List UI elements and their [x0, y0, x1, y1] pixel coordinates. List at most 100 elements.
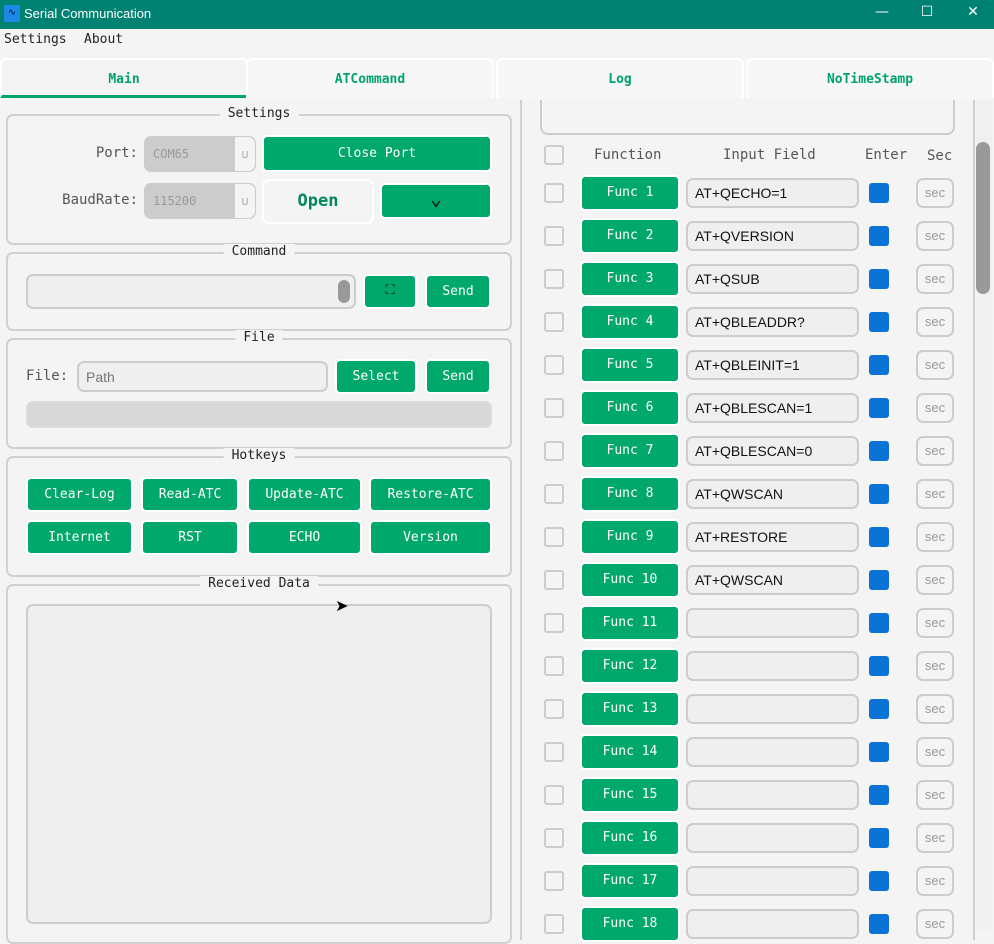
function-button[interactable]: Func 3 [580, 261, 680, 297]
row-checkbox[interactable] [544, 828, 564, 848]
expand-icon[interactable]: ⛶ [363, 274, 417, 309]
function-button[interactable]: Func 13 [580, 691, 680, 727]
row-checkbox[interactable] [544, 785, 564, 805]
enter-checkbox[interactable] [869, 441, 889, 461]
command-send-button[interactable]: Send [425, 274, 491, 309]
function-input[interactable] [686, 737, 859, 767]
function-button[interactable]: Func 15 [580, 777, 680, 813]
row-checkbox[interactable] [544, 613, 564, 633]
sec-input[interactable]: sec [916, 221, 954, 251]
sec-input[interactable]: sec [916, 608, 954, 638]
internet-button[interactable]: Internet [26, 520, 133, 555]
function-button[interactable]: Func 14 [580, 734, 680, 770]
function-button[interactable]: Func 11 [580, 605, 680, 641]
functions-top-field[interactable] [540, 100, 955, 135]
function-button[interactable]: Func 8 [580, 476, 680, 512]
clear-log-button[interactable]: Clear-Log [26, 477, 133, 512]
enter-checkbox[interactable] [869, 914, 889, 934]
function-input[interactable]: AT+QWSCAN [686, 565, 859, 595]
row-checkbox[interactable] [544, 527, 564, 547]
sec-input[interactable]: sec [916, 909, 954, 939]
command-input[interactable] [26, 274, 356, 309]
function-input[interactable]: AT+QBLEADDR? [686, 307, 859, 337]
enter-checkbox[interactable] [869, 828, 889, 848]
scrollbar-thumb[interactable] [976, 142, 990, 294]
baudrate-select[interactable]: 115200 ∪ [144, 183, 256, 219]
function-button[interactable]: Func 1 [580, 175, 680, 211]
function-input[interactable] [686, 780, 859, 810]
enter-checkbox[interactable] [869, 871, 889, 891]
tab-atcommand[interactable]: ATCommand [246, 58, 494, 98]
sec-input[interactable]: sec [916, 436, 954, 466]
sec-input[interactable]: sec [916, 823, 954, 853]
close-port-button[interactable]: Close Port [262, 135, 492, 172]
read-atc-button[interactable]: Read-ATC [141, 477, 239, 512]
enter-checkbox[interactable] [869, 699, 889, 719]
tab-log[interactable]: Log [496, 58, 744, 98]
function-input[interactable] [686, 651, 859, 681]
enter-checkbox[interactable] [869, 570, 889, 590]
enter-checkbox[interactable] [869, 355, 889, 375]
row-checkbox[interactable] [544, 742, 564, 762]
file-select-button[interactable]: Select [335, 359, 417, 394]
enter-checkbox[interactable] [869, 656, 889, 676]
function-button[interactable]: Func 12 [580, 648, 680, 684]
enter-checkbox[interactable] [869, 183, 889, 203]
row-checkbox[interactable] [544, 355, 564, 375]
sec-input[interactable]: sec [916, 307, 954, 337]
chevron-down-icon[interactable]: ⌄ [380, 183, 492, 219]
tab-main[interactable]: Main [0, 58, 248, 98]
maximize-button[interactable]: ☐ [917, 4, 937, 24]
echo-button[interactable]: ECHO [247, 520, 362, 555]
function-input[interactable] [686, 694, 859, 724]
row-checkbox[interactable] [544, 871, 564, 891]
function-button[interactable]: Func 10 [580, 562, 680, 598]
function-input[interactable] [686, 866, 859, 896]
file-path-input[interactable] [77, 361, 328, 392]
enter-checkbox[interactable] [869, 484, 889, 504]
rst-button[interactable]: RST [141, 520, 239, 555]
enter-checkbox[interactable] [869, 785, 889, 805]
sec-input[interactable]: sec [916, 264, 954, 294]
sec-input[interactable]: sec [916, 737, 954, 767]
row-checkbox[interactable] [544, 441, 564, 461]
row-checkbox[interactable] [544, 699, 564, 719]
function-input[interactable] [686, 909, 859, 939]
row-checkbox[interactable] [544, 269, 564, 289]
enter-checkbox[interactable] [869, 312, 889, 332]
function-input[interactable]: AT+QVERSION [686, 221, 859, 251]
function-input[interactable]: AT+QECHO=1 [686, 178, 859, 208]
function-input[interactable]: AT+QBLESCAN=0 [686, 436, 859, 466]
version-button[interactable]: Version [369, 520, 492, 555]
sec-input[interactable]: sec [916, 565, 954, 595]
function-button[interactable]: Func 5 [580, 347, 680, 383]
menu-settings[interactable]: Settings [4, 32, 67, 47]
sec-input[interactable]: sec [916, 479, 954, 509]
sec-input[interactable]: sec [916, 866, 954, 896]
restore-atc-button[interactable]: Restore-ATC [369, 477, 492, 512]
function-button[interactable]: Func 17 [580, 863, 680, 899]
function-button[interactable]: Func 16 [580, 820, 680, 856]
function-input[interactable]: AT+QBLEINIT=1 [686, 350, 859, 380]
row-checkbox[interactable] [544, 570, 564, 590]
row-checkbox[interactable] [544, 183, 564, 203]
menu-about[interactable]: About [84, 32, 123, 47]
sec-input[interactable]: sec [916, 651, 954, 681]
row-checkbox[interactable] [544, 226, 564, 246]
port-select[interactable]: COM65 ∪ [144, 136, 256, 172]
update-atc-button[interactable]: Update-ATC [247, 477, 362, 512]
scrollbar-track[interactable] [976, 100, 992, 929]
enter-checkbox[interactable] [869, 398, 889, 418]
function-button[interactable]: Func 9 [580, 519, 680, 555]
enter-checkbox[interactable] [869, 269, 889, 289]
enter-checkbox[interactable] [869, 527, 889, 547]
sec-input[interactable]: sec [916, 393, 954, 423]
sec-input[interactable]: sec [916, 522, 954, 552]
command-scrollbar[interactable] [338, 280, 350, 303]
select-all-checkbox[interactable] [544, 145, 564, 165]
row-checkbox[interactable] [544, 312, 564, 332]
row-checkbox[interactable] [544, 656, 564, 676]
sec-input[interactable]: sec [916, 178, 954, 208]
function-button[interactable]: Func 4 [580, 304, 680, 340]
row-checkbox[interactable] [544, 914, 564, 934]
